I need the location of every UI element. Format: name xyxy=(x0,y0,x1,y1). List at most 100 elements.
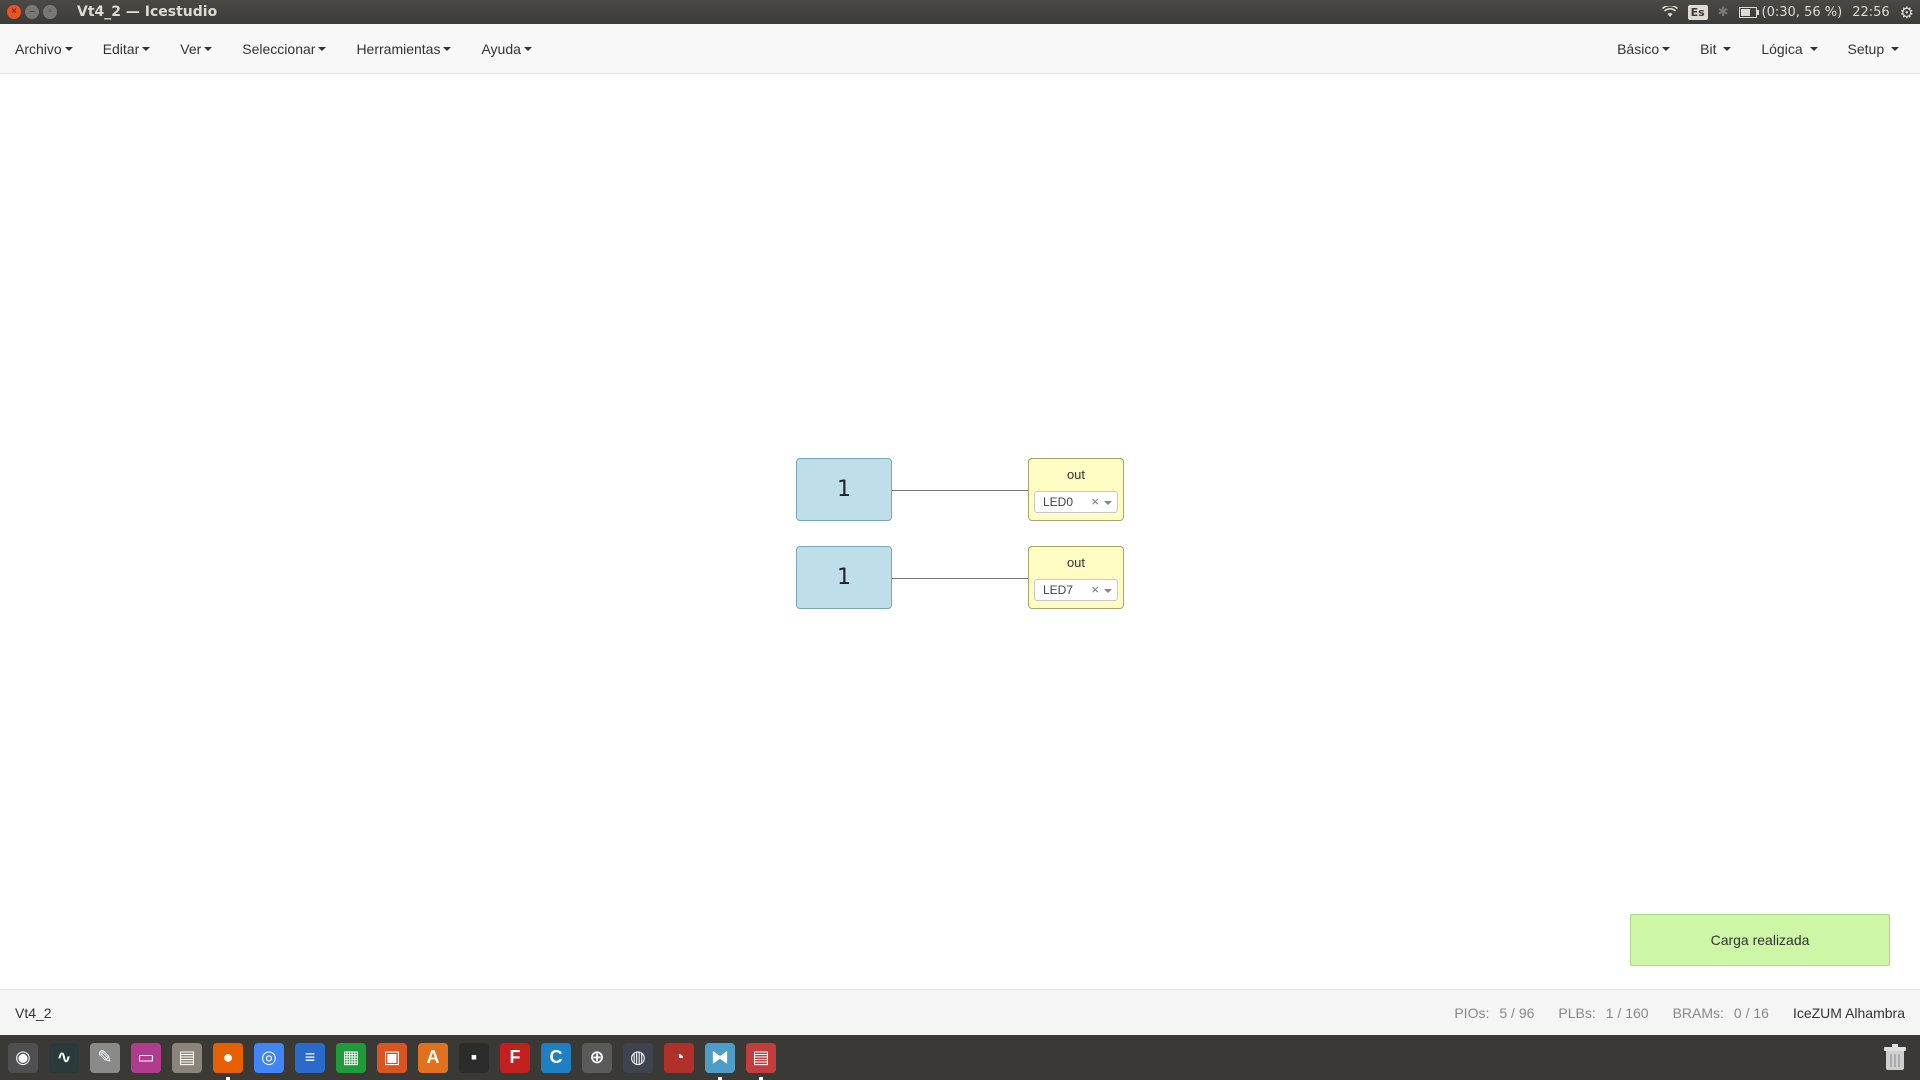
cura-icon[interactable]: C xyxy=(537,1039,575,1077)
calc-icon-glyph: ▦ xyxy=(336,1042,366,1073)
system-tray: Es ✱ (0:30, 56 %) 22:56 ⚙ xyxy=(1661,0,1920,24)
upload-success-notification[interactable]: Carga realizada xyxy=(1630,914,1890,966)
icestudio-icon-glyph: ⧓ xyxy=(705,1042,735,1073)
wifi-icon[interactable] xyxy=(1661,6,1678,18)
settings-tools-icon-glyph: ✎ xyxy=(90,1042,120,1073)
dark-terminal-icon[interactable]: ▪ xyxy=(455,1039,493,1077)
menu-archivo[interactable]: Archivo xyxy=(0,24,88,73)
brams-usage: BRAMs: 0 / 16 xyxy=(1672,1004,1769,1021)
gear-icon[interactable]: ⚙ xyxy=(1900,3,1914,22)
main-menu: Archivo Editar Ver Seleccionar Herramien… xyxy=(0,24,547,73)
chevron-down-icon xyxy=(64,46,73,51)
trash-icon[interactable] xyxy=(1876,1039,1914,1077)
calc-icon[interactable]: ▦ xyxy=(332,1039,370,1077)
pin-select[interactable]: LED7 × xyxy=(1034,579,1118,601)
window-title: Vt4_2 — Icestudio xyxy=(77,4,218,20)
design-canvas[interactable]: 1 out LED0 × 1 out LED7 × xyxy=(0,75,1920,989)
chrome-icon[interactable]: ◎ xyxy=(250,1039,288,1077)
wire[interactable] xyxy=(892,578,1028,579)
chevron-down-icon xyxy=(443,46,452,51)
menu-logica[interactable]: Lógica xyxy=(1746,24,1832,73)
board-name[interactable]: IceZUM Alhambra xyxy=(1793,1005,1905,1021)
battery-text: (0:30, 56 %) xyxy=(1761,4,1843,20)
launcher-dock: ◉ ∿ ✎ ▭ ▤ ● ◎ ≡ ▦ ▣ A ▪ F C ⊕ ◍ ◔ ⧓ ▤ xyxy=(0,1035,1920,1080)
steam-icon-glyph: ◍ xyxy=(623,1042,653,1073)
crosshair-app-icon-glyph: ⊕ xyxy=(582,1042,612,1073)
constant-block[interactable]: 1 xyxy=(796,458,892,521)
firefox-icon[interactable]: ● xyxy=(209,1039,247,1080)
chevron-down-icon xyxy=(318,46,327,51)
system-monitor-icon-glyph: ∿ xyxy=(49,1042,79,1073)
bluetooth-icon[interactable]: ✱ xyxy=(1718,5,1729,20)
firefox-icon-glyph: ● xyxy=(213,1042,243,1073)
settings-tools-icon[interactable]: ✎ xyxy=(86,1039,124,1077)
clear-icon[interactable]: × xyxy=(1091,494,1099,509)
ubuntu-search-icon-glyph: ◉ xyxy=(8,1042,38,1073)
block-menu: Básico Bit Lógica Setup xyxy=(1602,24,1920,73)
pin-value: LED7 xyxy=(1043,583,1074,597)
menu-basico[interactable]: Básico xyxy=(1602,24,1685,73)
software-center-icon[interactable]: A xyxy=(414,1039,452,1077)
menu-ayuda[interactable]: Ayuda xyxy=(466,24,546,73)
pin-select[interactable]: LED0 × xyxy=(1034,491,1118,513)
ubuntu-search-icon[interactable]: ◉ xyxy=(4,1039,42,1077)
writer-icon-glyph: ≡ xyxy=(295,1042,325,1073)
constant-value: 1 xyxy=(837,477,851,502)
file-manager-icon[interactable]: ▤ xyxy=(168,1039,206,1077)
backup-icon-glyph: ◔ xyxy=(664,1042,694,1073)
software-center-icon-glyph: A xyxy=(418,1042,448,1073)
chevron-down-icon xyxy=(523,46,532,51)
terminal-icon[interactable]: ▭ xyxy=(127,1039,165,1077)
impress-icon-glyph: ▣ xyxy=(377,1042,407,1073)
chevron-down-icon xyxy=(1891,46,1899,51)
wire[interactable] xyxy=(892,490,1028,491)
project-name: Vt4_2 xyxy=(15,1004,52,1021)
chevron-down-icon xyxy=(1662,46,1671,51)
chevron-down-icon xyxy=(204,46,213,51)
constant-block[interactable]: 1 xyxy=(796,546,892,609)
steam-icon[interactable]: ◍ xyxy=(619,1039,657,1077)
impress-icon[interactable]: ▣ xyxy=(373,1039,411,1077)
files-running-icon[interactable]: ▤ xyxy=(742,1039,780,1080)
terminal-icon-glyph: ▭ xyxy=(131,1042,161,1073)
backup-icon[interactable]: ◔ xyxy=(660,1039,698,1077)
chevron-down-icon[interactable] xyxy=(1104,501,1112,505)
keyboard-layout-indicator[interactable]: Es xyxy=(1687,4,1708,20)
fpga-resources: PIOs: 5 / 96 PLBs: 1 / 160 BRAMs: 0 / 16 Ic… xyxy=(1454,1005,1920,1021)
battery-icon xyxy=(1738,6,1759,18)
output-label: out xyxy=(1066,467,1086,482)
chevron-down-icon[interactable] xyxy=(1104,589,1112,593)
chevron-down-icon xyxy=(142,46,151,51)
output-block[interactable]: out LED0 × xyxy=(1028,458,1124,521)
close-window-button[interactable]: × xyxy=(7,5,21,19)
window-controls: × – ▫ xyxy=(7,5,57,19)
clock[interactable]: 22:56 xyxy=(1852,5,1889,20)
system-monitor-icon[interactable]: ∿ xyxy=(45,1039,83,1077)
output-label: out xyxy=(1066,555,1086,570)
freecad-icon[interactable]: F xyxy=(496,1039,534,1077)
writer-icon[interactable]: ≡ xyxy=(291,1039,329,1077)
clear-icon[interactable]: × xyxy=(1091,582,1099,597)
menu-editar[interactable]: Editar xyxy=(88,24,166,73)
maximize-window-button[interactable]: ▫ xyxy=(43,5,57,19)
chevron-down-icon xyxy=(1723,46,1732,51)
window-titlebar: × – ▫ Vt4_2 — Icestudio Es ✱ (0:30, 56 %… xyxy=(0,0,1920,24)
icestudio-icon[interactable]: ⧓ xyxy=(701,1039,739,1080)
crosshair-app-icon[interactable]: ⊕ xyxy=(578,1039,616,1077)
menu-ver[interactable]: Ver xyxy=(165,24,227,73)
battery-indicator[interactable]: (0:30, 56 %) xyxy=(1738,4,1843,20)
file-manager-icon-glyph: ▤ xyxy=(172,1042,202,1073)
pin-value: LED0 xyxy=(1043,495,1074,509)
status-footer: Vt4_2 PIOs: 5 / 96 PLBs: 1 / 160 BRAMs: 0 /… xyxy=(0,989,1920,1035)
plbs-usage: PLBs: 1 / 160 xyxy=(1558,1004,1649,1021)
menu-herramientas[interactable]: Herramientas xyxy=(341,24,466,73)
notification-message: Carga realizada xyxy=(1710,932,1810,948)
menu-setup[interactable]: Setup xyxy=(1833,24,1914,73)
menu-seleccionar[interactable]: Seleccionar xyxy=(227,24,341,73)
menu-bit[interactable]: Bit xyxy=(1685,24,1746,73)
pios-usage: PIOs: 5 / 96 xyxy=(1454,1004,1535,1021)
app-menubar: Archivo Editar Ver Seleccionar Herramien… xyxy=(0,24,1920,74)
files-running-icon-glyph: ▤ xyxy=(746,1042,776,1073)
output-block[interactable]: out LED7 × xyxy=(1028,546,1124,609)
minimize-window-button[interactable]: – xyxy=(25,5,39,19)
